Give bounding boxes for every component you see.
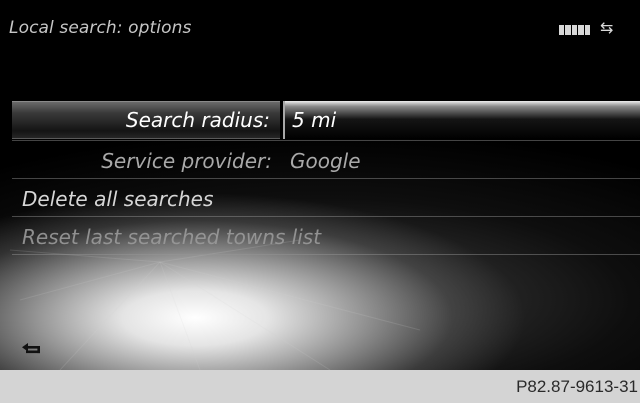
- reset-towns-list-label: Reset last searched towns list: [22, 225, 322, 249]
- search-radius-value: 5 mi: [292, 108, 337, 132]
- search-radius-label: Search radius:: [125, 108, 270, 132]
- menu-item-search-radius[interactable]: Search radius: 5 mi: [12, 101, 640, 139]
- page-title: Local search: options: [9, 18, 192, 38]
- row-divider: [12, 254, 640, 255]
- row-divider: [12, 178, 640, 179]
- connection-arrows-icon: ⇆: [600, 18, 614, 37]
- row-divider: [12, 216, 640, 217]
- service-provider-label: Service provider:: [101, 149, 272, 173]
- back-button[interactable]: [20, 336, 50, 358]
- figure-code: P82.87-9613-31: [516, 377, 638, 396]
- menu-item-delete-all-searches[interactable]: Delete all searches: [12, 180, 640, 218]
- delete-all-searches-label: Delete all searches: [22, 187, 214, 211]
- menu-item-service-provider[interactable]: Service provider: Google: [12, 142, 640, 180]
- service-provider-value: Google: [290, 149, 361, 173]
- display-screen: Local search: options ⇆ Search radius: 5…: [0, 0, 640, 370]
- signal-strength-icon: [559, 25, 591, 35]
- row-divider: [12, 140, 640, 141]
- menu-item-reset-towns-list[interactable]: Reset last searched towns list: [12, 218, 640, 256]
- figure-footer: P82.87-9613-31: [0, 370, 640, 403]
- back-arrow-icon: [22, 343, 40, 354]
- search-radius-value-field[interactable]: 5 mi: [283, 101, 640, 139]
- search-radius-label-box: Search radius:: [12, 101, 280, 139]
